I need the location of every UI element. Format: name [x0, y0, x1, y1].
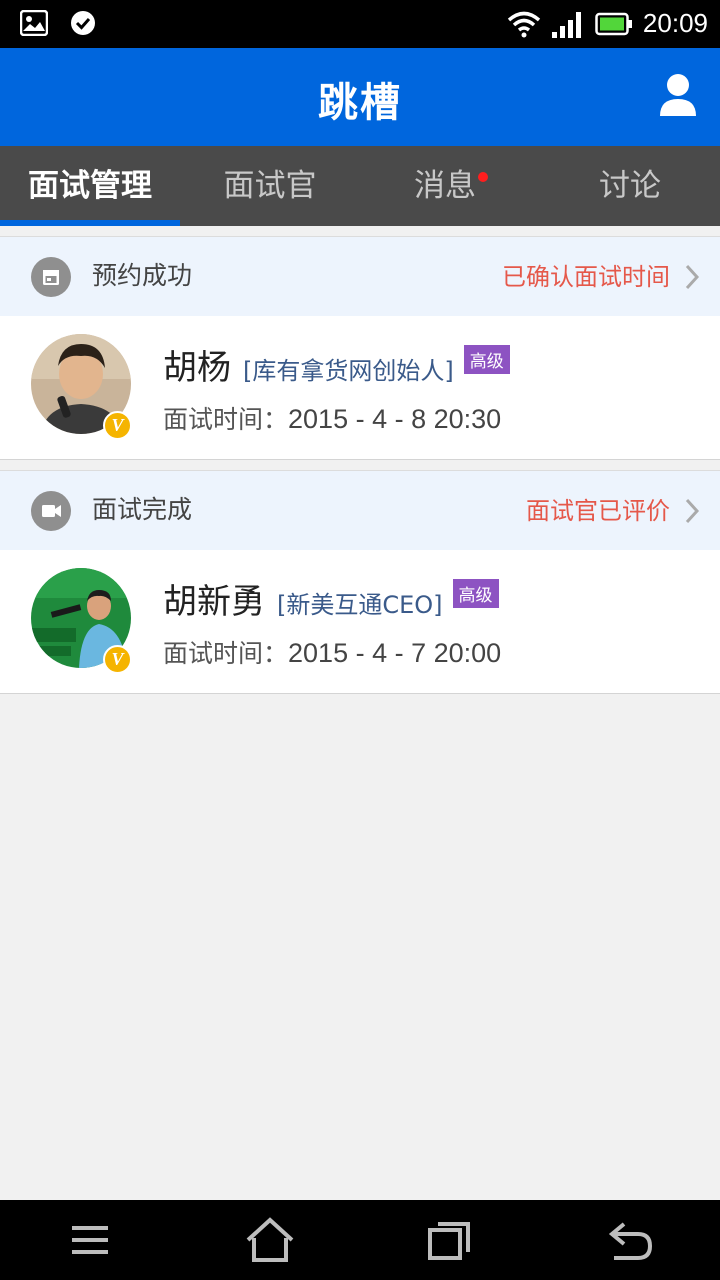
status-bar-left	[20, 10, 96, 36]
tab-active-indicator	[0, 220, 180, 226]
verified-badge: V	[103, 645, 132, 674]
menu-icon	[72, 1226, 108, 1254]
time-label: 面试时间：	[163, 405, 289, 434]
tab-label: 面试管理	[28, 168, 152, 204]
section-status: 已确认面试时间	[502, 263, 670, 291]
company-title: [新美互通CEO]	[277, 591, 443, 619]
verified-badge: V	[103, 411, 132, 440]
menu-button[interactable]	[66, 1216, 114, 1264]
status-time: 20:09	[642, 8, 708, 38]
tab-interview-management[interactable]: 面试管理	[0, 146, 180, 226]
system-nav-bar	[0, 1200, 720, 1280]
company-title: [库有拿货网创始人]	[243, 357, 454, 385]
interview-card[interactable]: V 胡新勇 [新美互通CEO] 高级 面试时间：2015 - 4 - 7 20:…	[0, 550, 720, 694]
tab-label: 讨论	[599, 168, 661, 204]
chevron-right-icon	[685, 264, 700, 290]
user-icon	[660, 74, 696, 116]
tab-discussion[interactable]: 讨论	[540, 146, 720, 226]
person-name: 胡新勇	[163, 582, 265, 622]
calendar-icon	[31, 257, 71, 297]
level-badge: 高级	[463, 345, 510, 374]
recent-apps-button[interactable]	[424, 1216, 472, 1264]
unread-dot	[478, 172, 488, 182]
back-icon	[608, 1222, 653, 1260]
video-icon	[31, 491, 71, 531]
tab-interviewer[interactable]: 面试官	[180, 146, 360, 226]
section-header-completed[interactable]: 面试完成 面试官已评价	[0, 470, 720, 550]
tab-label: 消息	[414, 168, 476, 204]
tab-bar: 面试管理 面试官 消息 讨论	[0, 146, 720, 226]
level-badge: 高级	[452, 579, 499, 608]
battery-icon	[595, 12, 632, 35]
status-bar: 20:09	[0, 0, 720, 48]
time-value: 2015 - 4 - 7 20:00	[288, 638, 502, 668]
interview-time: 面试时间：2015 - 4 - 7 20:00	[163, 634, 501, 670]
section-header-scheduled[interactable]: 预约成功 已确认面试时间	[0, 236, 720, 316]
person-name: 胡杨	[163, 348, 231, 388]
back-button[interactable]	[606, 1216, 654, 1264]
home-button[interactable]	[244, 1216, 296, 1264]
section-label: 预约成功	[92, 261, 193, 290]
app-bar: 跳槽	[0, 48, 720, 146]
wifi-icon	[507, 11, 541, 37]
interview-card[interactable]: V 胡杨 [库有拿货网创始人] 高级 面试时间：2015 - 4 - 8 20:…	[0, 316, 720, 460]
recent-apps-icon	[428, 1222, 470, 1260]
home-icon	[246, 1217, 294, 1262]
signal-icon	[551, 11, 581, 38]
user-button[interactable]	[658, 72, 698, 120]
chevron-right-icon	[685, 498, 700, 524]
section-status: 面试官已评价	[526, 497, 670, 525]
image-icon	[20, 10, 48, 36]
time-value: 2015 - 4 - 8 20:30	[288, 404, 502, 434]
interview-time: 面试时间：2015 - 4 - 8 20:30	[163, 400, 501, 436]
name-row: 胡杨 [库有拿货网创始人] 高级	[163, 340, 510, 389]
section-label: 面试完成	[92, 495, 193, 524]
check-circle-icon	[71, 11, 95, 35]
app-title: 跳槽	[318, 80, 402, 126]
time-label: 面试时间：	[163, 639, 289, 668]
status-bar-right: 20:09	[507, 8, 708, 39]
tab-label: 面试官	[223, 168, 317, 204]
name-row: 胡新勇 [新美互通CEO] 高级	[163, 574, 499, 623]
tab-messages[interactable]: 消息	[355, 146, 535, 226]
